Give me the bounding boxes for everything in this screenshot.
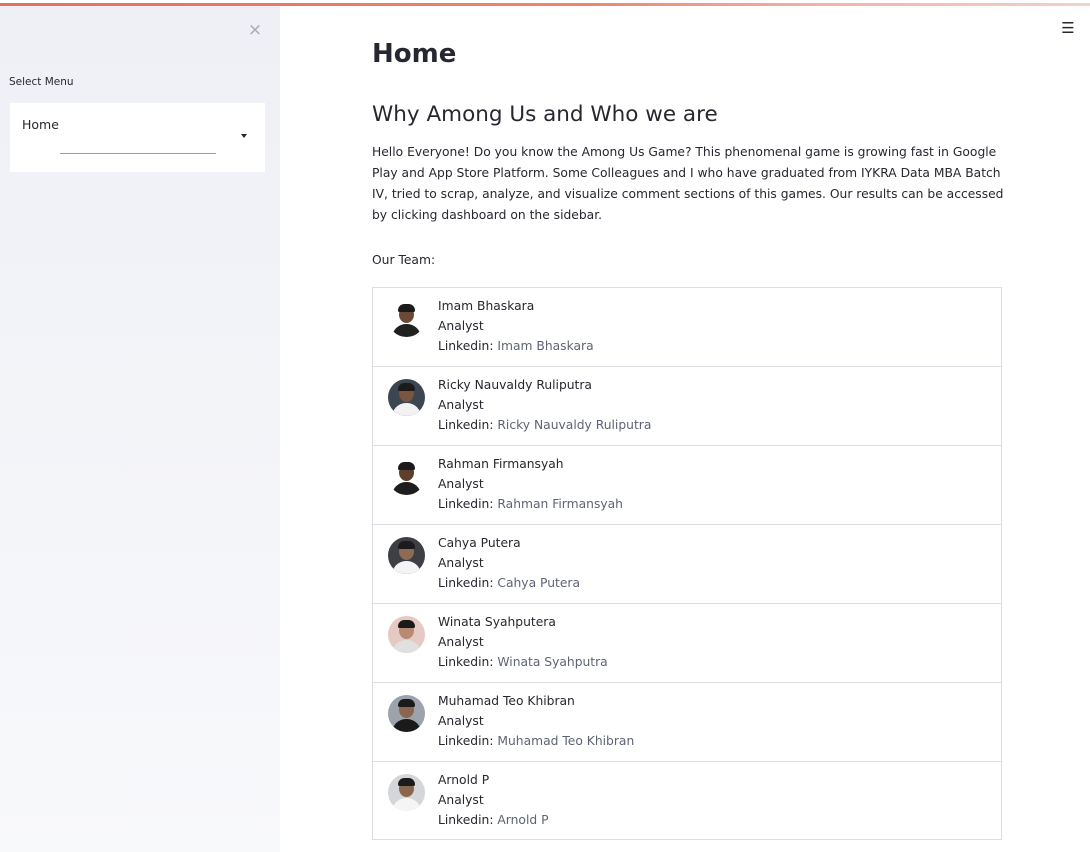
linkedin-label: Linkedin:: [438, 339, 494, 353]
linkedin-link[interactable]: Ricky Nauvaldy Ruliputra: [497, 418, 651, 432]
member-name: Imam Bhaskara: [438, 299, 535, 313]
avatar: [388, 616, 425, 653]
section-subheader: Why Among Us and Who we are: [372, 102, 718, 127]
page-title: Home: [372, 39, 457, 69]
sidebar: × Select Menu Home: [0, 6, 280, 852]
select-menu-label: Select Menu: [9, 76, 74, 88]
member-role: Analyst: [438, 477, 484, 491]
member-linkedin: Linkedin: Cahya Putera: [438, 576, 580, 590]
member-name: Muhamad Teo Khibran: [438, 694, 575, 708]
avatar: [388, 300, 425, 337]
team-member-row: Arnold P Analyst Linkedin: Arnold P: [373, 762, 1001, 841]
avatar: [388, 458, 425, 495]
intro-paragraph: Hello Everyone! Do you know the Among Us…: [372, 145, 1004, 222]
select-underline: [60, 153, 216, 154]
linkedin-label: Linkedin:: [438, 813, 494, 827]
team-table: Imam Bhaskara Analyst Linkedin: Imam Bha…: [372, 287, 1002, 840]
member-name: Cahya Putera: [438, 536, 521, 550]
hamburger-menu-icon[interactable]: ☰: [1060, 20, 1076, 36]
member-name: Winata Syahputera: [438, 615, 556, 629]
linkedin-link[interactable]: Arnold P: [497, 813, 548, 827]
member-linkedin: Linkedin: Rahman Firmansyah: [438, 497, 623, 511]
member-role: Analyst: [438, 635, 484, 649]
member-name: Rahman Firmansyah: [438, 457, 564, 471]
avatar: [388, 537, 425, 574]
linkedin-link[interactable]: Imam Bhaskara: [497, 339, 593, 353]
member-role: Analyst: [438, 319, 484, 333]
member-role: Analyst: [438, 556, 484, 570]
linkedin-link[interactable]: Cahya Putera: [497, 576, 580, 590]
linkedin-label: Linkedin:: [438, 497, 494, 511]
team-member-row: Winata Syahputera Analyst Linkedin: Wina…: [373, 604, 1001, 683]
chevron-down-icon[interactable]: [241, 134, 247, 138]
team-member-row: Rahman Firmansyah Analyst Linkedin: Rahm…: [373, 446, 1001, 525]
team-member-row: Cahya Putera Analyst Linkedin: Cahya Put…: [373, 525, 1001, 604]
member-role: Analyst: [438, 714, 484, 728]
member-role: Analyst: [438, 398, 484, 412]
linkedin-label: Linkedin:: [438, 655, 494, 669]
member-linkedin: Linkedin: Muhamad Teo Khibran: [438, 734, 634, 748]
team-member-row: Ricky Nauvaldy Ruliputra Analyst Linkedi…: [373, 367, 1001, 446]
linkedin-label: Linkedin:: [438, 576, 494, 590]
member-linkedin: Linkedin: Winata Syahputra: [438, 655, 608, 669]
linkedin-label: Linkedin:: [438, 418, 494, 432]
avatar: [388, 695, 425, 732]
member-linkedin: Linkedin: Arnold P: [438, 813, 549, 827]
select-menu-value: Home: [22, 117, 59, 132]
member-name: Arnold P: [438, 773, 490, 787]
member-linkedin: Linkedin: Ricky Nauvaldy Ruliputra: [438, 418, 651, 432]
avatar: [388, 379, 425, 416]
linkedin-label: Linkedin:: [438, 734, 494, 748]
avatar: [388, 774, 425, 811]
team-label: Our Team:: [372, 253, 436, 267]
team-member-row: Muhamad Teo Khibran Analyst Linkedin: Mu…: [373, 683, 1001, 762]
close-sidebar-icon[interactable]: ×: [246, 20, 264, 40]
member-linkedin: Linkedin: Imam Bhaskara: [438, 339, 594, 353]
team-member-row: Imam Bhaskara Analyst Linkedin: Imam Bha…: [373, 288, 1001, 367]
linkedin-link[interactable]: Winata Syahputra: [497, 655, 607, 669]
linkedin-link[interactable]: Muhamad Teo Khibran: [497, 734, 634, 748]
member-role: Analyst: [438, 793, 484, 807]
linkedin-link[interactable]: Rahman Firmansyah: [497, 497, 623, 511]
member-name: Ricky Nauvaldy Ruliputra: [438, 378, 592, 392]
select-menu-dropdown[interactable]: Home: [10, 103, 265, 172]
